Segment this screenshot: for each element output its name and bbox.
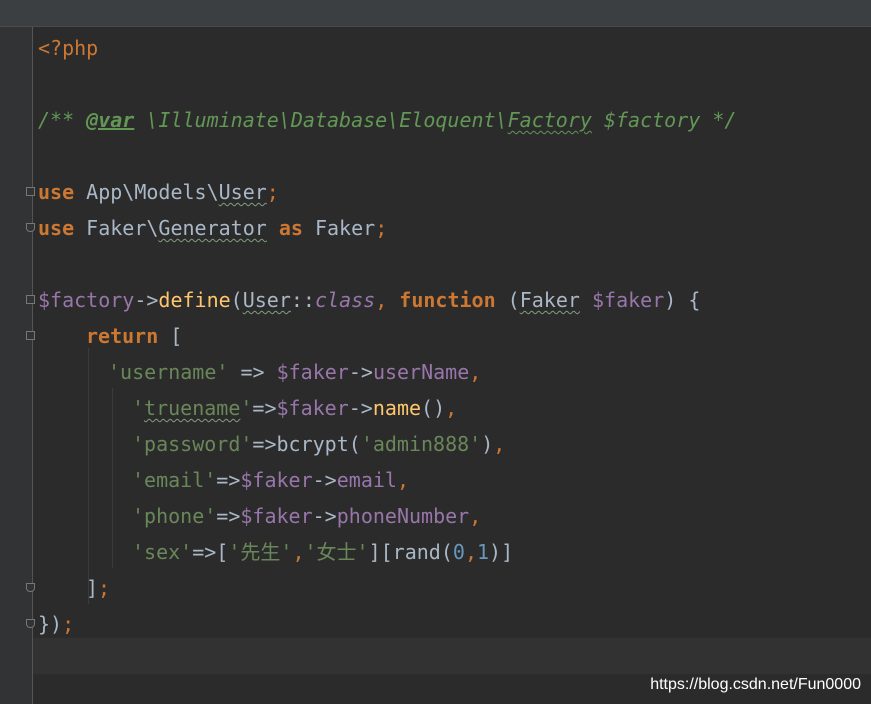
fold-marker-icon[interactable] [26,331,35,340]
fold-marker-icon[interactable] [26,187,35,196]
editor-gutter[interactable] [0,27,33,704]
code-line-username: 'username' => $faker->userName, [108,360,482,384]
code-line-truename: 'truename'=>$faker->name(), [132,396,458,420]
code-line-doc-comment: /** @var \Illuminate\Database\Eloquent\F… [38,108,737,132]
watermark-text: https://blog.csdn.net/Fun0000 [650,676,861,693]
code-line-return: return [ [86,324,183,348]
code-line-phone: 'phone'=>$faker->phoneNumber, [132,504,482,528]
php-open-tag: <?php [38,36,99,60]
fold-end-icon[interactable] [26,583,35,592]
code-line-1: <?php [38,30,98,66]
fold-end-icon[interactable] [26,223,35,232]
editor-tab-bar [0,0,871,27]
fold-end-icon[interactable] [26,619,35,628]
code-line-password: 'password'=>bcrypt('admin888'), [132,432,506,456]
code-line-use-faker: use Faker\Generator as Faker; [38,216,388,240]
code-line-email: 'email'=>$faker->email, [132,468,409,492]
code-line-close-array: ]; [86,576,111,600]
doc-tag: @var [86,108,135,132]
code-line-define: $factory->define(User::class, function (… [38,288,701,312]
code-line-close-closure: }); [38,612,75,636]
code-line-sex: 'sex'=>['先生','女士'][rand(0,1)] [132,540,514,564]
fold-marker-icon[interactable] [26,295,35,304]
code-line-use-user: use App\Models\User; [38,180,279,204]
